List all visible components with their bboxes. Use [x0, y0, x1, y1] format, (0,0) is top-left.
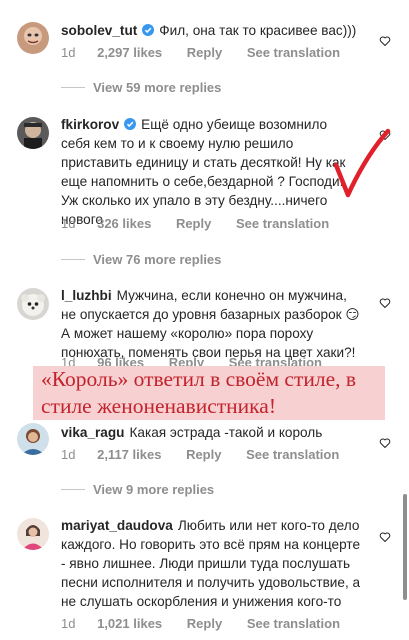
likes-count[interactable]: 326 likes	[97, 216, 151, 231]
comment-meta: 1d 2,297 likes Reply See translation	[61, 45, 361, 60]
comment-text: sobolev_tut Фил, она так то красивее вас)…	[61, 21, 361, 40]
comment-meta: 1d 1,021 likes Reply See translation	[61, 616, 361, 631]
username[interactable]: sobolev_tut	[61, 23, 137, 38]
heart-icon[interactable]	[379, 297, 391, 309]
divider	[61, 87, 85, 88]
avatar[interactable]	[17, 288, 49, 320]
comment-text: vika_ragu Какая эстрада -такой и король	[61, 423, 361, 442]
verified-badge-icon	[142, 24, 155, 36]
comment-text: fkirkorov Ещё одно убеище возомнило себя …	[61, 115, 351, 229]
heart-icon[interactable]	[379, 437, 391, 449]
view-more-replies[interactable]: View 9 more replies	[61, 482, 214, 497]
comment-text: mariyat_daudova Любить или нет кого-то де…	[61, 516, 361, 611]
red-checkmark-annotation	[333, 128, 391, 198]
reply-button[interactable]: Reply	[186, 447, 221, 462]
avatar[interactable]	[17, 423, 49, 455]
likes-count[interactable]: 1,021 likes	[97, 616, 162, 631]
username[interactable]: fkirkorov	[61, 117, 119, 132]
heart-icon[interactable]	[379, 531, 391, 543]
comment-body: Фил, она так то красивее вас)))	[159, 23, 357, 38]
comment-age: 1d	[61, 45, 76, 60]
comment-body: Какая эстрада -такой и король	[129, 425, 323, 440]
likes-count[interactable]: 2,297 likes	[97, 45, 162, 60]
avatar[interactable]	[17, 22, 49, 54]
comment-text: l_luzhbi Мужчина, если конечно он мужчина…	[61, 286, 361, 362]
comment-body: Ещё одно убеище возомнило себя кем то и …	[61, 117, 346, 227]
overlay-caption: «Король» ответил в своём стиле, в стиле …	[33, 366, 385, 420]
reply-button[interactable]: Reply	[176, 216, 211, 231]
view-more-replies[interactable]: View 76 more replies	[61, 252, 221, 267]
view-more-replies[interactable]: View 59 more replies	[61, 80, 221, 95]
username[interactable]: mariyat_daudova	[61, 518, 173, 533]
divider	[61, 489, 85, 490]
see-translation-button[interactable]: See translation	[247, 616, 340, 631]
comment-meta: 1d 326 likes Reply See translation	[61, 216, 350, 231]
see-translation-button[interactable]: See translation	[236, 216, 329, 231]
username[interactable]: l_luzhbi	[61, 288, 112, 303]
avatar[interactable]	[17, 518, 49, 550]
see-translation-button[interactable]: See translation	[247, 45, 340, 60]
comment-age: 1d	[61, 616, 76, 631]
reply-button[interactable]: Reply	[187, 616, 222, 631]
comment-meta: 1d 2,117 likes Reply See translation	[61, 447, 360, 462]
verified-badge-icon	[124, 118, 137, 130]
see-translation-button[interactable]: See translation	[246, 447, 339, 462]
divider	[61, 259, 85, 260]
comment-age: 1d	[61, 447, 76, 462]
avatar[interactable]	[17, 117, 49, 149]
scrollbar[interactable]	[403, 494, 407, 600]
username[interactable]: vika_ragu	[61, 425, 124, 440]
heart-icon[interactable]	[379, 35, 391, 47]
comment-age: 1d	[61, 216, 76, 231]
likes-count[interactable]: 2,117 likes	[97, 447, 161, 462]
reply-button[interactable]: Reply	[187, 45, 222, 60]
